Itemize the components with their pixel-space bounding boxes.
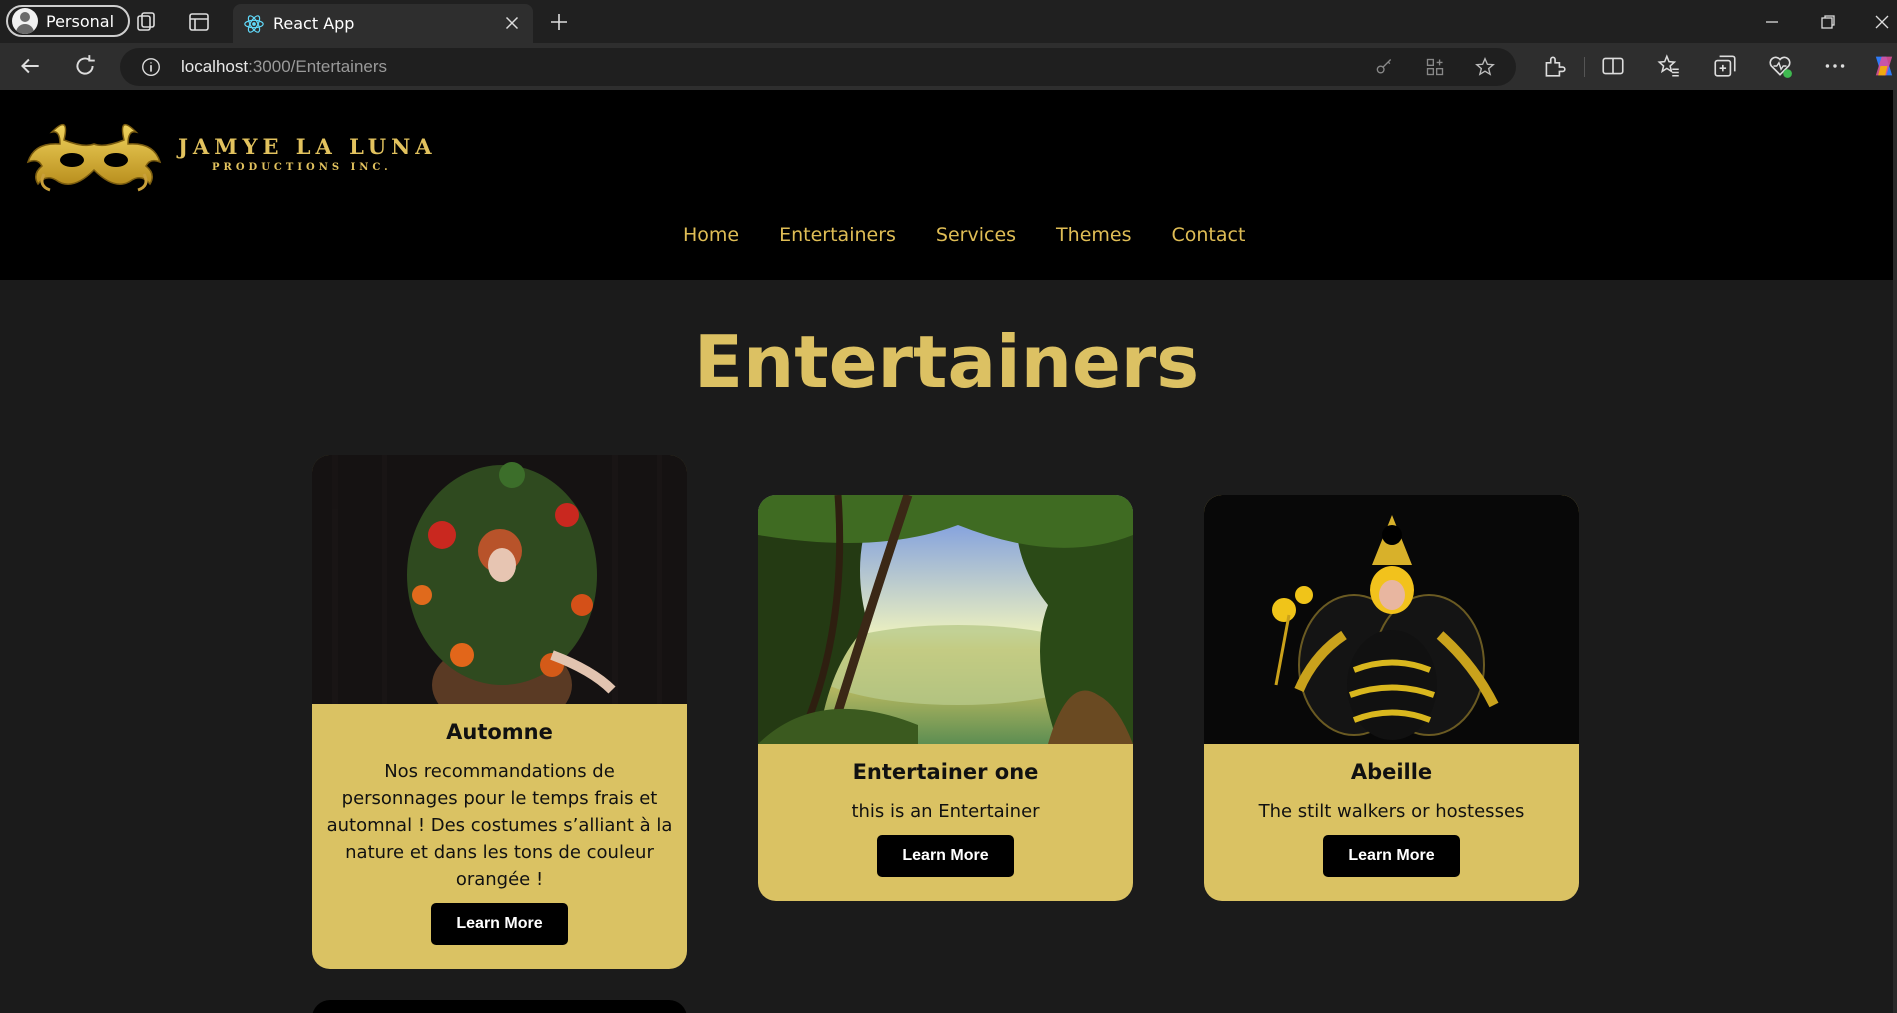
profile-button[interactable]: Personal: [6, 5, 131, 37]
favorites-icon[interactable]: [1656, 53, 1682, 79]
brand-wordmark[interactable]: JAMYE LA LUNA PRODUCTIONS INC.: [178, 134, 437, 173]
card-body: Abeille The stilt walkers or hostesses L…: [1204, 744, 1579, 901]
nav-themes[interactable]: Themes: [1056, 224, 1131, 246]
learn-more-button[interactable]: Learn More: [431, 903, 568, 945]
card-title: Abeille: [1350, 760, 1433, 784]
split-screen-icon[interactable]: [1600, 53, 1626, 79]
site-info-icon[interactable]: [140, 56, 162, 78]
address-bar[interactable]: localhost:3000/Entertainers: [120, 48, 1516, 86]
refresh-icon[interactable]: [72, 53, 98, 79]
tab-title: React App: [273, 14, 355, 33]
more-options-icon[interactable]: [1822, 53, 1848, 79]
learn-more-button[interactable]: Learn More: [877, 835, 1014, 877]
extensions-icon[interactable]: [1541, 53, 1567, 79]
react-favicon-icon: [244, 15, 264, 33]
main-nav: Home Entertainers Services Themes Contac…: [683, 224, 1245, 246]
collections-icon[interactable]: [1712, 53, 1738, 79]
card-image-automne[interactable]: [312, 455, 687, 704]
new-tab-icon[interactable]: [547, 10, 571, 34]
copilot-icon[interactable]: [1870, 52, 1897, 80]
profile-label: Personal: [46, 11, 115, 31]
page-viewport: JAMYE LA LUNA PRODUCTIONS INC. Home Ente…: [0, 90, 1893, 1013]
card-description: this is an Entertainer: [851, 801, 1040, 822]
close-window-icon[interactable]: [1870, 10, 1894, 34]
back-icon[interactable]: [17, 53, 43, 79]
brand-name: JAMYE LA LUNA: [178, 134, 437, 159]
nav-services[interactable]: Services: [936, 224, 1016, 246]
workspaces-icon[interactable]: [134, 10, 158, 34]
card-description: The stilt walkers or hostesses: [1258, 801, 1525, 822]
app-available-icon[interactable]: [1425, 57, 1445, 77]
favorite-star-icon[interactable]: [1474, 56, 1496, 78]
entertainer-card-partial: [312, 1000, 687, 1013]
browser-toolbar: localhost:3000/Entertainers: [0, 43, 1897, 90]
card-title: Entertainer one: [852, 760, 1039, 784]
entertainer-card: Entertainer one this is an Entertainer L…: [758, 495, 1133, 901]
card-title: Automne: [446, 720, 553, 744]
site-header: JAMYE LA LUNA PRODUCTIONS INC. Home Ente…: [0, 90, 1893, 280]
nav-home[interactable]: Home: [683, 224, 739, 246]
entertainer-card: Abeille The stilt walkers or hostesses L…: [1204, 495, 1579, 901]
toolbar-divider: [1584, 57, 1585, 77]
browser-essentials-icon[interactable]: [1767, 53, 1793, 79]
page-scrollbar[interactable]: [1893, 90, 1897, 1013]
close-tab-icon[interactable]: [501, 12, 523, 34]
profile-avatar-icon: [12, 8, 38, 34]
url-text[interactable]: localhost:3000/Entertainers: [181, 57, 387, 77]
card-image-abeille[interactable]: [1204, 495, 1579, 744]
card-body: Automne Nos recommandations de personnag…: [312, 704, 687, 969]
card-body: Entertainer one this is an Entertainer L…: [758, 744, 1133, 901]
card-description: Nos recommandations de personnages pour …: [326, 761, 673, 890]
page-title: Entertainers: [693, 320, 1200, 404]
mask-logo-icon[interactable]: [24, 114, 164, 196]
learn-more-button[interactable]: Learn More: [1323, 835, 1460, 877]
entertainer-card: Automne Nos recommandations de personnag…: [312, 455, 687, 969]
tab-actions-icon[interactable]: [187, 10, 211, 34]
brand-subtitle: PRODUCTIONS INC.: [212, 162, 392, 173]
minimize-icon[interactable]: [1760, 10, 1784, 34]
nav-entertainers[interactable]: Entertainers: [779, 224, 896, 246]
browser-tab-bar: Personal React App: [0, 0, 1897, 43]
nav-contact[interactable]: Contact: [1171, 224, 1245, 246]
card-image-entertainer-one[interactable]: [758, 495, 1133, 744]
tab-react-app[interactable]: React App: [233, 4, 533, 43]
restore-icon[interactable]: [1816, 10, 1840, 34]
key-icon[interactable]: [1374, 57, 1394, 77]
